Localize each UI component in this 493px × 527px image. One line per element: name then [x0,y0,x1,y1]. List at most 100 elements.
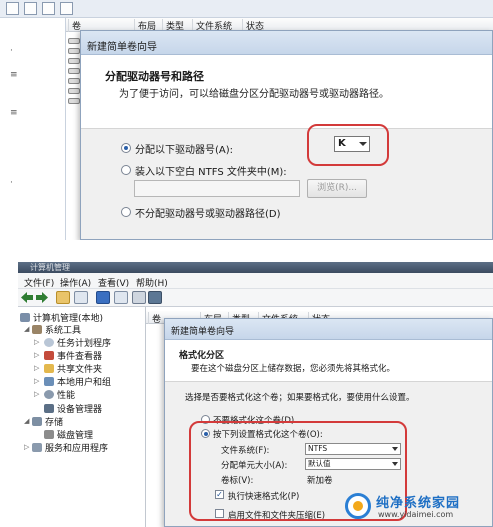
navigation-pane: · ≡ ≡ · [0,18,66,240]
expand-arrow-icon[interactable]: ▷ [34,351,39,359]
disk-icon [68,48,80,54]
shared-folder-icon [44,364,54,373]
clock-icon [44,338,54,347]
tree-performance[interactable]: 性能 [44,388,75,401]
toolbar-icon[interactable] [42,2,55,15]
collapse-arrow-icon[interactable]: ◢ [24,325,29,333]
toolbar-icon[interactable] [60,2,73,15]
label-alloc-size: 分配单元大小(A): [221,461,288,471]
tree-disk-management[interactable]: 磁盘管理 [44,428,93,441]
wizard-titlebar: 新建简单卷向导 [165,319,492,340]
console-tree: 计算机管理(本地) ◢ 系统工具 ▷ 任务计划程序 ▷ 事件查看器 ▷ 共享文件… [18,307,146,527]
toolbar-icon[interactable] [24,2,37,15]
browse-button[interactable]: 浏览(R)... [307,179,367,198]
computer-management-window: 计算机管理 文件(F) 操作(A) 查看(V) 帮助(H) 计算机管理(本地) … [18,262,493,527]
label-format: 按下列设置格式化这个卷(O): [213,430,323,440]
tree-event-viewer-label: 事件查看器 [57,352,103,362]
volume-label-input[interactable]: 新加卷 [307,474,333,486]
computer-icon [20,313,30,322]
services-icon [32,443,42,452]
disk-icon [68,38,80,44]
radio-assign-letter[interactable] [121,143,131,153]
filesystem-select[interactable]: NTFS [305,443,401,455]
window-title: 计算机管理 [30,263,70,272]
help-icon[interactable] [96,291,110,304]
tree-glyph: · [10,178,13,188]
disk-icon [68,88,80,94]
forward-arrow-icon[interactable] [36,292,48,303]
check-icon[interactable] [132,291,146,304]
folder-path-input[interactable] [134,180,300,197]
compression-checkbox[interactable] [215,509,224,518]
back-arrow-icon[interactable] [21,292,33,303]
toolbar [18,289,493,307]
site-watermark: 纯净系统家园 www.yidaimei.com [345,489,485,523]
window-titlebar: 计算机管理 [18,262,493,273]
performance-icon [44,390,54,399]
toolbar-icon[interactable] [6,2,19,15]
disk-icon [68,78,80,84]
tools-icon [32,325,42,334]
tree-local-users[interactable]: 本地用户和组 [44,375,111,388]
tree-glyph: · [10,46,13,56]
show-hide-tree-icon[interactable] [74,291,88,304]
site-logo-icon [345,493,371,519]
menu-help[interactable]: 帮助(H) [136,276,168,289]
separator-band [0,240,493,262]
wizard-titlebar: 新建简单卷向导 [81,31,492,55]
expand-arrow-icon[interactable]: ▷ [34,338,39,346]
menu-action[interactable]: 操作(A) [60,276,91,289]
alloc-size-value: 默认值 [308,459,331,468]
disk-management-window-top: · ≡ ≡ · 卷 布局 类型 文件系统 状态 新建简单卷向导 分配驱动器号和路… [0,0,493,240]
tree-storage[interactable]: 存储 [32,415,63,428]
disk-icon [68,98,80,104]
tree-services-apps-label: 服务和应用程序 [45,444,109,454]
tree-system-tools[interactable]: 系统工具 [32,323,81,336]
page-heading: 格式化分区 [179,351,225,361]
tree-performance-label: 性能 [57,391,76,401]
disk-icon [68,58,80,64]
label-no-letter: 不分配驱动器号或驱动器路径(D) [135,209,281,220]
tree-shared-folders[interactable]: 共享文件夹 [44,362,102,375]
alloc-size-select[interactable]: 默认值 [305,458,401,470]
event-viewer-icon [44,351,54,360]
expand-arrow-icon[interactable]: ▷ [24,443,29,451]
menu-file[interactable]: 文件(F) [24,276,54,289]
console-icon[interactable] [148,291,162,304]
tree-services-apps[interactable]: 服务和应用程序 [32,441,108,454]
radio-mount-folder[interactable] [121,165,131,175]
wizard-header: 分配驱动器号和路径 为了便于访问，可以给磁盘分区分配驱动器号或驱动器路径。 [81,55,492,129]
radio-no-letter[interactable] [121,207,131,217]
tree-disk-management-label: 磁盘管理 [57,431,94,441]
tree-device-manager-label: 设备管理器 [57,405,103,415]
expand-arrow-icon[interactable]: ▷ [34,377,39,385]
drive-letter-select[interactable]: K [334,136,370,152]
expand-arrow-icon[interactable]: ▷ [34,390,39,398]
disk-icon [68,68,80,74]
page-description: 为了便于访问，可以给磁盘分区分配驱动器号或驱动器路径。 [119,89,389,100]
watermark-url: www.yidaimei.com [378,510,454,519]
tree-storage-label: 存储 [45,418,64,428]
quick-format-checkbox[interactable]: ✓ [215,490,224,499]
label-volume-label: 卷标(V): [221,476,254,486]
tree-task-scheduler[interactable]: 任务计划程序 [44,336,111,349]
new-simple-volume-wizard: 新建简单卷向导 分配驱动器号和路径 为了便于访问，可以给磁盘分区分配驱动器号或驱… [80,30,493,240]
chevron-down-icon [392,447,398,451]
expand-arrow-icon[interactable]: ▷ [34,364,39,372]
page-heading: 分配驱动器号和路径 [105,70,204,83]
disk-icon [44,430,54,439]
chevron-down-icon [359,142,367,146]
tree-glyph: ≡ [10,108,18,118]
tree-event-viewer[interactable]: 事件查看器 [44,349,102,362]
storage-icon [32,417,42,426]
tree-system-tools-label: 系统工具 [45,326,82,336]
tree-device-manager[interactable]: 设备管理器 [44,402,102,415]
menu-view[interactable]: 查看(V) [98,276,129,289]
collapse-arrow-icon[interactable]: ◢ [24,417,29,425]
radio-format[interactable] [201,429,210,438]
tree-local-users-label: 本地用户和组 [57,378,112,388]
label-compression: 启用文件和文件夹压缩(E) [228,511,326,521]
filesystem-value: NTFS [308,444,328,453]
properties-icon[interactable] [114,291,128,304]
up-folder-icon[interactable] [56,291,70,304]
